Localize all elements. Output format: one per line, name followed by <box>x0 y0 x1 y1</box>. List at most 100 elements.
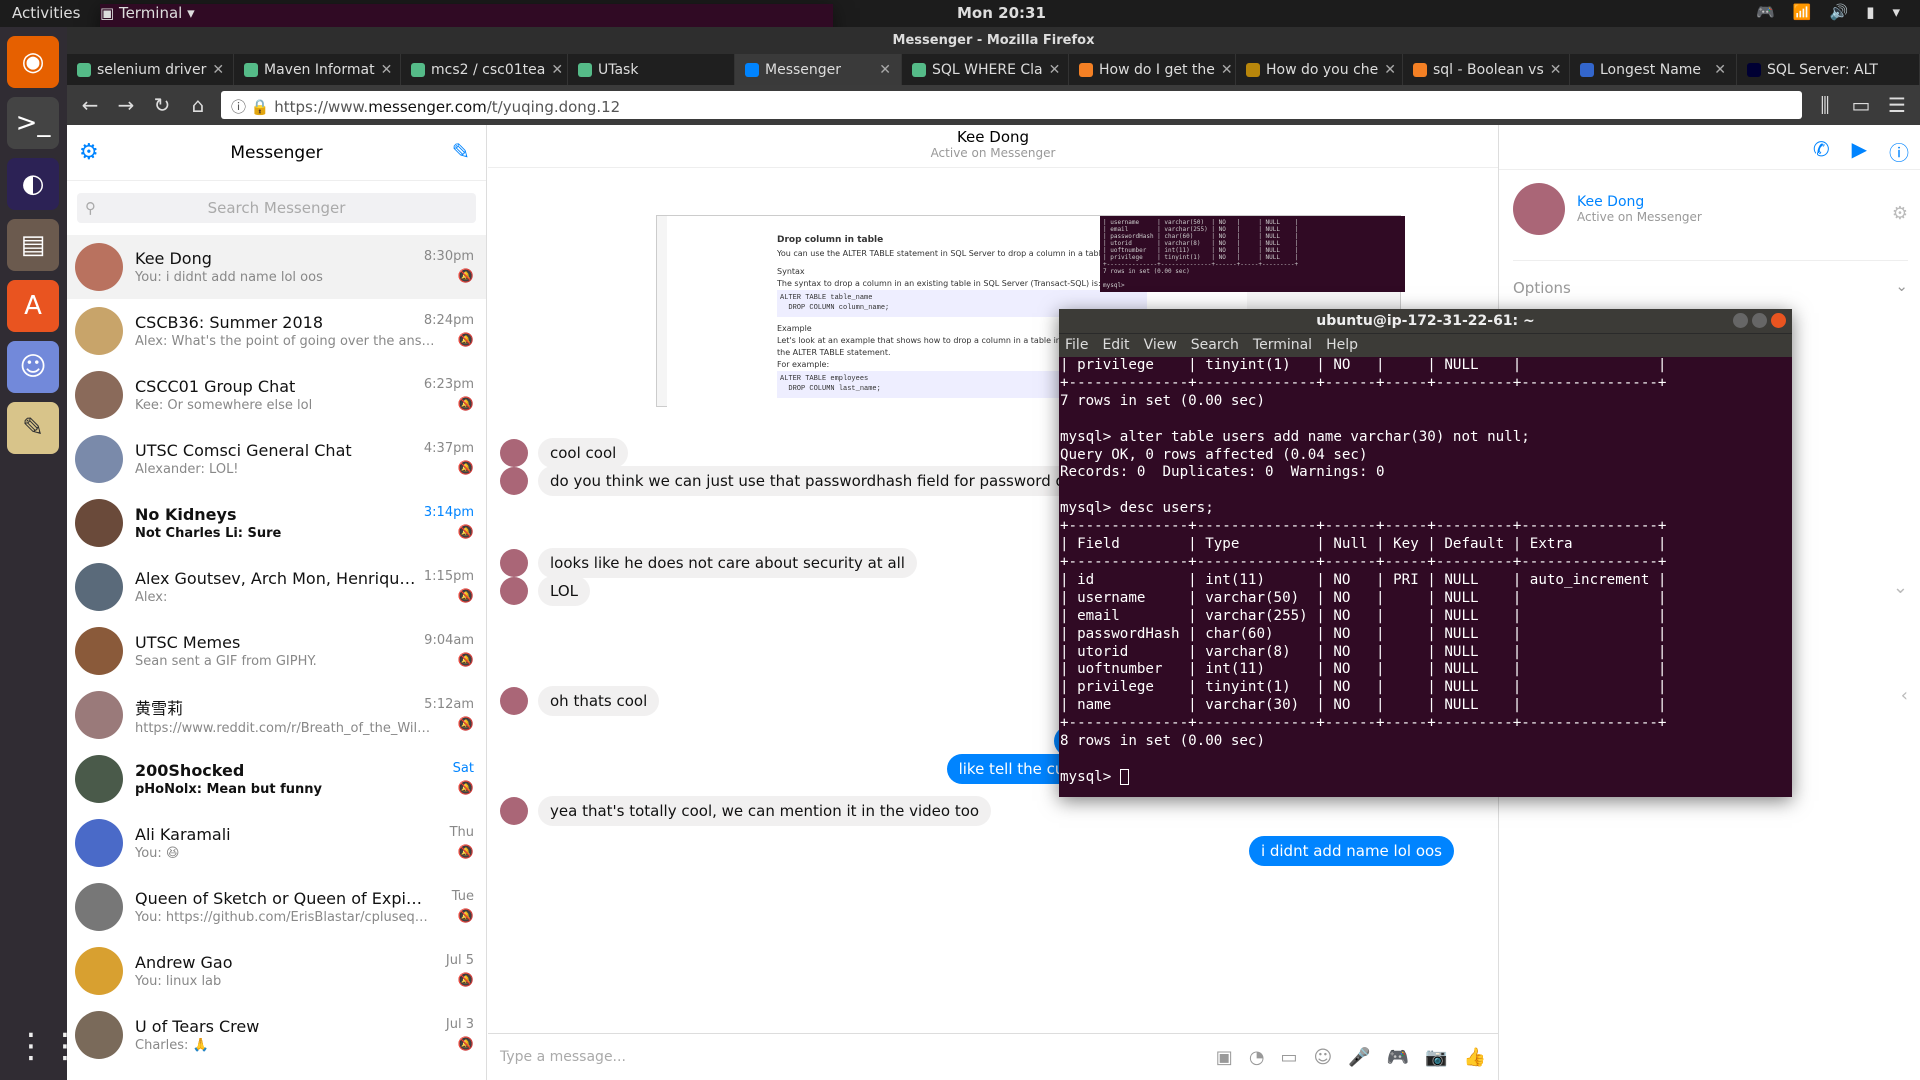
conversation-item[interactable]: U of Tears Crew Charles: 🙏 Jul 3 🔕 <box>67 1003 486 1067</box>
tab[interactable]: Maven Informat ✕ <box>234 54 401 85</box>
tab[interactable]: UTask <box>568 54 735 85</box>
tab[interactable]: How do you che ✕ <box>1236 54 1403 85</box>
close-icon[interactable]: ✕ <box>212 62 224 78</box>
tab[interactable]: sql - Boolean vs ✕ <box>1403 54 1570 85</box>
eclipse-icon[interactable]: ◐ <box>7 158 59 210</box>
close-icon[interactable]: ✕ <box>1550 62 1562 78</box>
discord-icon[interactable]: ☺ <box>7 341 59 393</box>
options-section[interactable]: Options ⌄ <box>1513 260 1908 297</box>
tab[interactable]: SQL WHERE Cla ✕ <box>902 54 1069 85</box>
message-bubble[interactable]: oh thats cool <box>538 686 660 716</box>
conversation-time: 6:23pm <box>423 377 474 392</box>
photo-icon[interactable]: ▣ <box>1216 1047 1233 1068</box>
conversation-item[interactable]: UTSC Comsci General Chat Alexander: LOL! 4… <box>67 427 486 491</box>
chevron-left-icon[interactable]: ‹ <box>1901 685 1908 706</box>
phone-icon[interactable]: ✆ <box>1813 137 1830 166</box>
camera-icon[interactable]: 📷 <box>1425 1047 1447 1068</box>
menu-search[interactable]: Search <box>1191 337 1239 354</box>
compose-bar[interactable]: Type a message... ▣ ◔ ▭ ☺ 🎤 🎮 📷 👍 <box>488 1033 1498 1080</box>
terminal-window[interactable]: ubuntu@ip-172-31-22-61: ~ File Edit View… <box>1059 309 1792 797</box>
video-icon[interactable]: ▶ <box>1852 137 1867 166</box>
mic-icon[interactable]: 🎤 <box>1348 1047 1370 1068</box>
conversation-time: 1:15pm <box>423 569 474 584</box>
muted-icon: 🔕 <box>457 1037 474 1052</box>
gif-icon[interactable]: ▭ <box>1281 1047 1298 1068</box>
library-icon[interactable]: ⫼ <box>1812 93 1838 117</box>
tab[interactable]: Longest Name ✕ <box>1570 54 1737 85</box>
message-bubble[interactable]: looks like he does not care about securi… <box>538 548 917 578</box>
chevron-down-icon[interactable]: ⌄ <box>1895 277 1908 295</box>
close-icon[interactable] <box>1771 313 1786 328</box>
reload-icon[interactable]: ↻ <box>149 93 175 117</box>
firefox-icon[interactable]: ◉ <box>7 36 59 88</box>
gear-icon[interactable]: ⚙ <box>79 140 99 165</box>
sidebar-icon[interactable]: ▭ <box>1848 93 1874 117</box>
close-icon[interactable]: ✕ <box>381 62 393 78</box>
system-tray[interactable]: 🎮 📶 🔊 ▮ ▾ <box>1756 3 1900 21</box>
conversation-item[interactable]: 200Shocked pHoNolx: Mean but funny Sat 🔕 <box>67 747 486 811</box>
url-bar[interactable]: ⓘ 🔒 https://www.messenger.com/t/yuqing.d… <box>221 91 1802 119</box>
message-bubble[interactable]: do you think we can just use that passwo… <box>538 466 1111 496</box>
message-bubble[interactable]: i didnt add name lol oos <box>1248 836 1454 866</box>
menu-edit[interactable]: Edit <box>1102 337 1129 354</box>
conversation-item[interactable]: Ali Karamali You: 😆 Thu 🔕 <box>67 811 486 875</box>
terminal-output[interactable]: | privilege | tinyint(1) | NO | | NULL |… <box>1059 357 1792 795</box>
gear-icon[interactable]: ⚙ <box>1892 203 1908 224</box>
menu-terminal[interactable]: Terminal <box>1253 337 1312 354</box>
profile-name[interactable]: Kee Dong <box>1577 194 1702 210</box>
software-center-icon[interactable]: A <box>7 280 59 332</box>
files-icon[interactable]: ▤ <box>7 219 59 271</box>
tab-favicon <box>578 62 592 77</box>
compose-icon[interactable]: ✎ <box>452 140 470 165</box>
avatar[interactable] <box>1513 183 1565 235</box>
chevron-down-icon[interactable]: ⌄ <box>1893 577 1908 598</box>
close-icon[interactable]: ✕ <box>1384 62 1396 78</box>
close-icon[interactable]: ✕ <box>879 62 891 78</box>
close-icon[interactable]: ✕ <box>1221 62 1233 78</box>
close-icon[interactable]: ✕ <box>1714 62 1726 78</box>
like-icon[interactable]: 👍 <box>1464 1047 1486 1068</box>
menu-view[interactable]: View <box>1144 337 1177 354</box>
game-icon[interactable]: 🎮 <box>1387 1047 1409 1068</box>
conversation-item[interactable]: Andrew Gao You: linux lab Jul 5 🔕 <box>67 939 486 1003</box>
conversation-item[interactable]: No Kidneys Not Charles Li: Sure 3:14pm 🔕 <box>67 491 486 555</box>
conversation-item[interactable]: Alex Goutsev, Arch Mon, Henrique S Ma...… <box>67 555 486 619</box>
tab[interactable]: How do I get the ✕ <box>1069 54 1236 85</box>
search-input[interactable]: ⚲ Search Messenger <box>77 193 476 223</box>
tab[interactable]: mcs2 / csc01tea ✕ <box>401 54 568 85</box>
conversation-item[interactable]: CSCB36: Summer 2018 Alex: What's the poin… <box>67 299 486 363</box>
conversation-item[interactable]: UTSC Memes Sean sent a GIF from GIPHY. 9:0… <box>67 619 486 683</box>
discord-tray-icon[interactable]: 🎮 <box>1756 3 1775 21</box>
activities-button[interactable]: Activities <box>12 4 80 22</box>
compose-placeholder[interactable]: Type a message... <box>500 1049 626 1065</box>
chevron-down-icon: ▾ <box>1892 3 1900 21</box>
tab-active[interactable]: Messenger ✕ <box>735 54 902 85</box>
info-icon[interactable]: ⓘ <box>1889 137 1909 166</box>
back-icon[interactable]: ← <box>77 93 103 117</box>
menu-help[interactable]: Help <box>1326 337 1358 354</box>
sticker-icon[interactable]: ◔ <box>1249 1047 1265 1068</box>
tab[interactable]: selenium driver ✕ <box>67 54 234 85</box>
text-editor-icon[interactable]: ✎ <box>7 402 59 454</box>
emoji-icon[interactable]: ☺ <box>1314 1047 1333 1068</box>
message-bubble[interactable]: LOL <box>538 576 590 606</box>
conversation-item[interactable]: CSCC01 Group Chat Kee: Or somewhere else … <box>67 363 486 427</box>
conversation-item[interactable]: Queen of Sketch or Queen of Expired Food… <box>67 875 486 939</box>
conversation-item[interactable]: Kee Dong You: i didnt add name lol oos 8:3… <box>67 235 486 299</box>
menu-file[interactable]: File <box>1065 337 1088 354</box>
clock[interactable]: Mon 20:31 <box>957 4 1046 22</box>
close-icon[interactable]: ✕ <box>551 62 563 78</box>
maximize-icon[interactable] <box>1752 313 1767 328</box>
menu-icon[interactable]: ☰ <box>1884 93 1910 117</box>
chat-contact-name[interactable]: Kee Dong <box>488 125 1498 146</box>
home-icon[interactable]: ⌂ <box>185 93 211 117</box>
tab[interactable]: SQL Server: ALT <box>1737 54 1920 85</box>
forward-icon[interactable]: → <box>113 93 139 117</box>
conversation-item[interactable]: 黄雪莉 https://www.reddit.com/r/Breath_of_th… <box>67 683 486 747</box>
minimize-icon[interactable] <box>1733 313 1748 328</box>
message-bubble[interactable]: yea that's totally cool, we can mention … <box>538 796 992 826</box>
terminal-icon[interactable]: >_ <box>7 97 59 149</box>
conversation-name: CSCC01 Group Chat <box>135 377 296 396</box>
message-bubble[interactable]: cool cool <box>538 438 629 468</box>
close-icon[interactable]: ✕ <box>1049 62 1061 78</box>
